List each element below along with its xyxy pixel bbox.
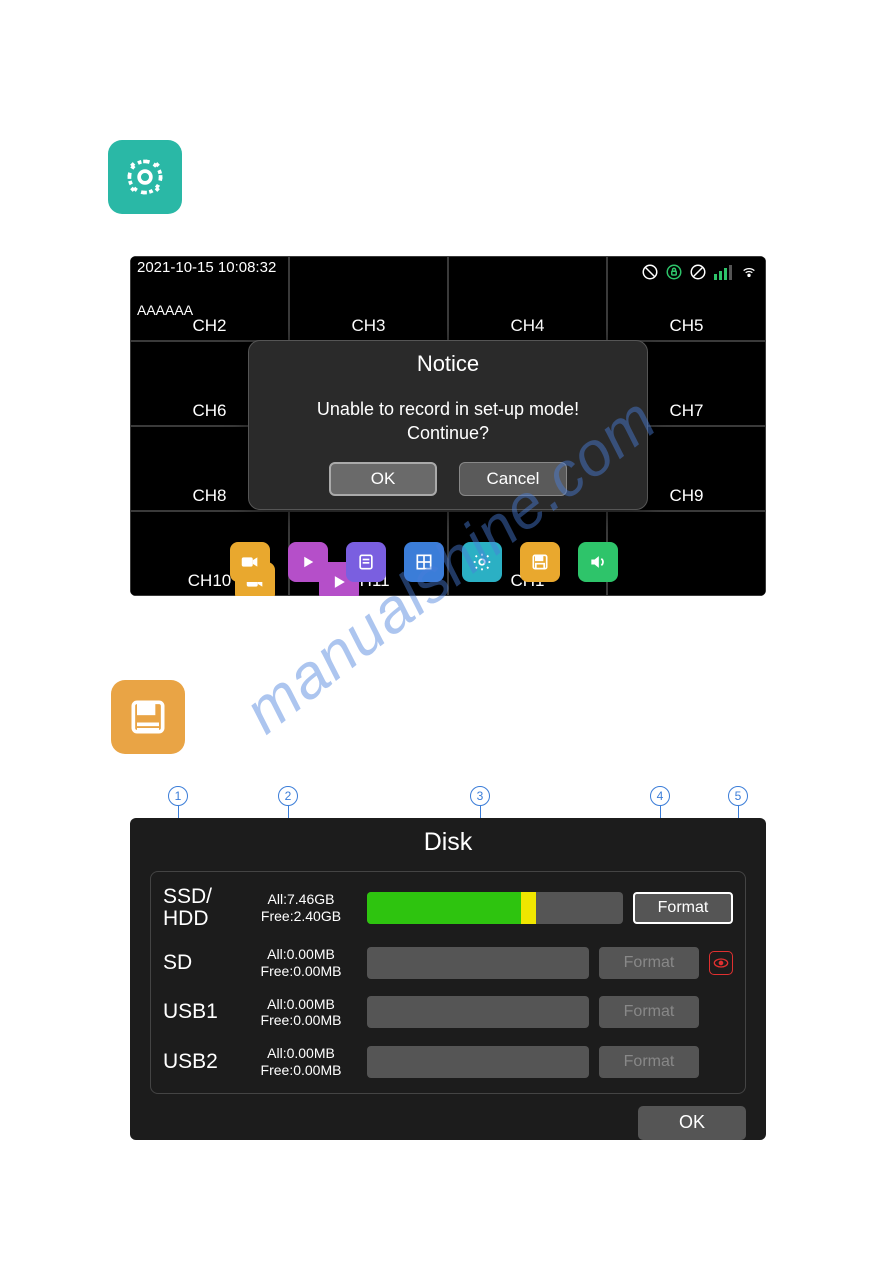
- disk-name: SSD/HDD: [163, 886, 235, 930]
- disk-usage-bar: [367, 892, 623, 924]
- channel-cell-ch5[interactable]: CH5: [607, 256, 766, 341]
- cancel-button[interactable]: Cancel: [459, 462, 567, 496]
- ok-button[interactable]: OK: [329, 462, 437, 496]
- disk-title: Disk: [150, 828, 746, 857]
- camera-name: AAAAAA: [137, 302, 193, 318]
- channel-cell-ch2[interactable]: 2021-10-15 10:08:32 AAAAAA CH2: [130, 256, 289, 341]
- usage-yellow: [521, 892, 536, 924]
- disk-stats: All:7.46GB Free:2.40GB: [245, 891, 357, 925]
- signal-icon: [713, 264, 733, 280]
- callout-4: 4: [650, 786, 670, 806]
- notice-message: Unable to record in set-up mode! Continu…: [317, 397, 579, 446]
- callout-2: 2: [278, 786, 298, 806]
- disk-usage-bar: [367, 1046, 589, 1078]
- format-button[interactable]: Format: [599, 947, 699, 979]
- disk-panel: Disk SSD/HDD All:7.46GB Free:2.40GB Form…: [130, 818, 766, 1140]
- disk-row-usb1: USB1 All:0.00MB Free:0.00MB Format: [151, 988, 745, 1038]
- camera-icon[interactable]: [230, 542, 270, 582]
- play-icon[interactable]: [288, 542, 328, 582]
- disk-name: SD: [163, 952, 235, 974]
- wifi-icon: [739, 264, 759, 280]
- channel-grid-screenshot: 2021-10-15 10:08:32 AAAAAA CH2 CH3 CH4 C…: [130, 256, 766, 596]
- callout-3: 3: [470, 786, 490, 806]
- notice-dialog: Notice Unable to record in set-up mode! …: [248, 340, 648, 510]
- disk-rows: SSD/HDD All:7.46GB Free:2.40GB Format SD…: [150, 871, 746, 1094]
- toolbar-row: [230, 542, 618, 582]
- channel-label: CH10: [188, 571, 231, 591]
- callout-row: 1 2 3 4 5: [130, 786, 766, 808]
- channel-label: CH5: [669, 316, 703, 336]
- format-button[interactable]: Format: [599, 1046, 699, 1078]
- disk-stats: All:0.00MB Free:0.00MB: [245, 946, 357, 980]
- disk-name: USB1: [163, 1001, 235, 1023]
- channel-label: CH6: [192, 401, 226, 421]
- save-icon-tile: [111, 680, 185, 754]
- disk-stats: All:0.00MB Free:0.00MB: [245, 1045, 357, 1079]
- channel-label: CH7: [669, 401, 703, 421]
- channel-cell-ch3[interactable]: CH3: [289, 256, 448, 341]
- callout-1: 1: [168, 786, 188, 806]
- disk-row-sd: SD All:0.00MB Free:0.00MB Format: [151, 938, 745, 988]
- note-icon[interactable]: [346, 542, 386, 582]
- usage-green: [367, 892, 521, 924]
- gear-icon[interactable]: [462, 542, 502, 582]
- disk-row-usb2: USB2 All:0.00MB Free:0.00MB Format: [151, 1037, 745, 1087]
- format-button[interactable]: Format: [599, 996, 699, 1028]
- grid-icon[interactable]: [404, 542, 444, 582]
- disk-usage-bar: [367, 996, 589, 1028]
- save-icon[interactable]: [520, 542, 560, 582]
- prohibit-icon: [641, 263, 659, 281]
- callout-5: 5: [728, 786, 748, 806]
- channel-label: CH9: [669, 486, 703, 506]
- timestamp: 2021-10-15 10:08:32: [137, 259, 276, 276]
- channel-label: CH2: [192, 316, 226, 336]
- ok-button[interactable]: OK: [638, 1106, 746, 1140]
- format-button[interactable]: Format: [633, 892, 733, 924]
- settings-icon-tile: [108, 140, 182, 214]
- lock-icon: [665, 263, 683, 281]
- channel-label: CH8: [192, 486, 226, 506]
- save-icon: [126, 695, 170, 739]
- notice-title: Notice: [417, 351, 479, 377]
- channel-cell-ch4[interactable]: CH4: [448, 256, 607, 341]
- warning-icon: [709, 951, 733, 975]
- channel-label: CH4: [510, 316, 544, 336]
- disk-name: USB2: [163, 1051, 235, 1073]
- disk-stats: All:0.00MB Free:0.00MB: [245, 996, 357, 1030]
- gear-icon: [123, 155, 167, 199]
- disk-row-ssdhdd: SSD/HDD All:7.46GB Free:2.40GB Format: [151, 878, 745, 938]
- no-sync-icon: [689, 263, 707, 281]
- sound-icon[interactable]: [578, 542, 618, 582]
- channel-label: CH3: [351, 316, 385, 336]
- channel-cell-blank[interactable]: [607, 511, 766, 596]
- status-icon-group: [641, 263, 759, 281]
- disk-usage-bar: [367, 947, 589, 979]
